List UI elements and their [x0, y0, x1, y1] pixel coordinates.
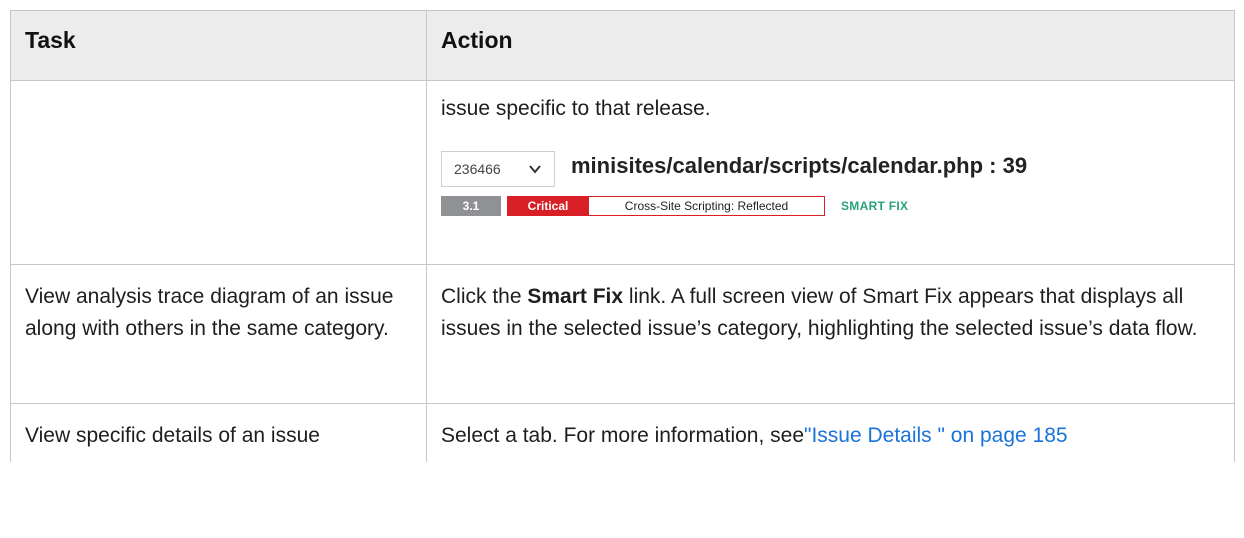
category-badge: Cross-Site Scripting: Reflected [589, 196, 825, 216]
release-select-value: 236466 [454, 161, 501, 177]
action-cell: Select a tab. For more information, see"… [426, 403, 1235, 462]
table-row: View specific details of an issue Select… [10, 403, 1235, 462]
severity-badge: Critical [507, 196, 589, 216]
action-text-prefix: Select a tab. For more information, see [441, 424, 804, 447]
score-badge: 3.1 [441, 196, 501, 216]
smart-fix-link[interactable]: SMART FIX [841, 190, 908, 222]
table-header-row: Task Action [10, 10, 1235, 81]
header-task: Task [10, 10, 427, 81]
smart-fix-term: Smart Fix [527, 285, 624, 308]
chevron-down-icon [529, 165, 541, 174]
issue-header-screenshot: 236466 minisites/calendar/scripts/calend… [441, 151, 1220, 221]
issue-details-link[interactable]: "Issue Details " on page 185 [804, 424, 1068, 447]
header-action: Action [426, 10, 1235, 81]
task-cell: View analysis trace diagram of an issue … [10, 264, 427, 404]
task-cell [10, 80, 427, 265]
action-cell: Click the Smart Fix link. A full screen … [426, 264, 1235, 404]
release-select[interactable]: 236466 [441, 151, 555, 187]
file-path: minisites/calendar/scripts/calendar.php … [571, 153, 1028, 178]
table-row: issue specific to that release. 236466 m… [10, 80, 1235, 265]
table-row: View analysis trace diagram of an issue … [10, 264, 1235, 404]
action-cell: issue specific to that release. 236466 m… [426, 80, 1235, 265]
action-text: issue specific to that release. [441, 97, 711, 120]
issue-badges: 3.1 Critical Cross-Site Scripting: Refle… [441, 195, 908, 217]
task-cell: View specific details of an issue [10, 403, 427, 462]
action-text-prefix: Click the [441, 285, 528, 308]
task-action-table: Task Action issue specific to that relea… [10, 10, 1235, 462]
